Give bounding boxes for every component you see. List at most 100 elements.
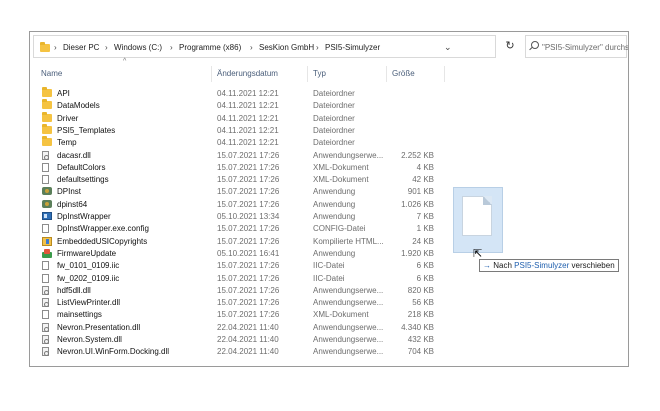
file-row[interactable]: Nevron.Presentation.dll 22.04.2021 11:40 A… [30,321,470,334]
file-row[interactable]: ListViewPrinter.dll 15.07.2021 17:26 Anwen… [30,296,470,309]
column-header-date[interactable]: Änderungsdatum [217,69,278,78]
dll-file-icon [42,150,49,160]
file-row[interactable]: Nevron.UI.WinForm.Docking.dll 22.04.2021 … [30,345,470,358]
file-type: CONFIG-Datei [313,224,366,234]
file-size: 2.252 KB [401,150,434,160]
file-row[interactable]: fw_0202_0109.iic 15.07.2021 17:26 IIC-Date… [30,272,470,285]
file-row[interactable]: dpinst64 15.07.2021 17:26 Anwendung 1.026 K… [30,198,470,211]
file-size: 4.340 KB [401,322,434,332]
file-row[interactable]: FirmwareUpdate 05.10.2021 16:41 Anwendung 1… [30,247,470,260]
file-row[interactable]: PSI5_Templates 04.11.2021 12:21 Dateiordne… [30,123,470,137]
breadcrumb-item-programme-x86[interactable]: Programme (x86) [179,43,241,52]
file-size: 6 KB [416,261,434,271]
file-name: DpInstWrapper.exe.config [57,224,149,234]
file-row[interactable]: defaultsettings 15.07.2021 17:26 XML-Dokum… [30,173,470,186]
file-date: 15.07.2021 17:26 [217,199,280,209]
breadcrumb-separator: › [170,43,173,52]
file-name: FirmwareUpdate [57,248,117,258]
file-icon [42,261,49,271]
file-date: 15.07.2021 17:26 [217,150,280,160]
file-type: Anwendung [313,199,356,209]
breadcrumb-item-dieser-pc[interactable]: Dieser PC [63,43,99,52]
chevron-down-icon[interactable]: ⌄ [444,42,452,53]
breadcrumb-separator: › [250,43,253,52]
column-divider[interactable] [211,66,212,82]
file-name: Nevron.UI.WinForm.Docking.dll [57,347,170,357]
search-icon [531,41,539,49]
breadcrumb-item-windows-c[interactable]: Windows (C:) [114,43,162,52]
file-type: Dateiordner [313,89,355,98]
file-type: IIC-Datei [313,273,345,283]
file-row[interactable]: hdf5dll.dll 15.07.2021 17:26 Anwendungserw… [30,284,470,297]
file-type: Dateiordner [313,101,355,111]
file-size: 24 KB [412,236,434,246]
breadcrumb-item-psi5-simulyzer[interactable]: PSI5-Simulyzer [325,43,380,52]
file-row[interactable]: DefaultColors 15.07.2021 17:26 XML-Dokumen… [30,161,470,174]
file-name: hdf5dll.dll [57,285,91,295]
file-date: 22.04.2021 11:40 [217,322,279,332]
file-row[interactable]: EmbeddedUSICopyrights 15.07.2021 17:26 Kom… [30,235,470,248]
help-file-icon [42,236,52,246]
file-icon [42,162,49,172]
update-icon [42,248,52,258]
file-row[interactable]: DPInst 15.07.2021 17:26 Anwendung 901 KB [30,185,470,198]
installer-icon [42,199,52,208]
file-date: 15.07.2021 17:26 [217,175,280,185]
file-row[interactable]: mainsettings 15.07.2021 17:26 XML-Dokument… [30,308,470,321]
file-name: EmbeddedUSICopyrights [57,236,148,246]
file-date: 22.04.2021 11:40 [217,335,279,344]
folder-icon [42,87,52,97]
file-row[interactable]: Nevron.System.dll 22.04.2021 11:40 Anwendu… [30,333,470,346]
file-size: 704 KB [407,347,434,357]
file-row[interactable]: Temp 04.11.2021 12:21 Dateiordner [30,136,470,149]
file-type: Anwendungserwe... [313,298,384,308]
file-row[interactable]: fw_0101_0109.iic 15.07.2021 17:26 IIC-Date… [30,259,470,272]
column-divider[interactable] [386,66,387,82]
tooltip-action: verschieben [571,261,615,270]
file-size: 1 KB [416,224,434,234]
column-divider[interactable] [307,66,308,82]
file-name: defaultsettings [57,175,109,185]
column-header-type[interactable]: Typ [313,69,326,78]
search-input[interactable]: "PSI5-Simulyzer" durchsuchen [525,35,628,58]
file-name: fw_0202_0109.iic [57,273,120,283]
drag-move-tooltip: → Nach PSI5-Simulyzer verschieben [479,259,619,272]
file-size: 7 KB [416,212,434,221]
file-date: 04.11.2021 12:21 [217,89,279,98]
drag-preview [453,187,503,253]
file-size: 1.920 KB [401,248,434,258]
file-icon [42,310,49,320]
file-row[interactable]: API 04.11.2021 12:21 Dateiordner [30,87,470,100]
file-name: Nevron.System.dll [57,335,122,344]
tooltip-verb: Nach [493,261,512,270]
application-icon [42,212,52,220]
file-type: Anwendungserwe... [313,150,384,160]
file-type: XML-Dokument [313,175,369,185]
file-icon [42,224,49,234]
file-type: Dateiordner [313,113,355,123]
column-header-name[interactable]: Name [41,69,62,78]
document-icon [462,196,492,236]
column-header-size[interactable]: Größe [392,69,415,78]
dll-file-icon [42,322,49,332]
file-row[interactable]: dacasr.dll 15.07.2021 17:26 Anwendungserwe… [30,149,470,162]
file-row[interactable]: DpInstWrapper.exe.config 15.07.2021 17:26… [30,222,470,235]
file-date: 15.07.2021 17:26 [217,298,280,308]
move-arrow-icon: → [483,261,491,270]
file-date: 15.07.2021 17:26 [217,236,280,246]
file-row[interactable]: DpInstWrapper 05.10.2021 13:34 Anwendung 7 … [30,210,470,223]
file-size: 432 KB [407,335,434,344]
file-type: IIC-Datei [313,261,345,271]
column-divider[interactable] [444,66,445,82]
address-bar[interactable]: › Dieser PC › Windows (C:) › Programme (… [33,35,496,58]
file-row[interactable]: Driver 04.11.2021 12:21 Dateiordner [30,111,470,125]
file-name: Temp [57,138,77,148]
file-type: Anwendungserwe... [313,322,384,332]
file-type: Anwendungserwe... [313,285,384,295]
file-row[interactable]: DataModels 04.11.2021 12:21 Dateiordner [30,99,470,112]
file-date: 04.11.2021 12:21 [217,138,279,148]
breadcrumb-item-seskion-gmbh[interactable]: SesKion GmbH [259,43,314,52]
file-size: 218 KB [407,310,434,320]
refresh-icon[interactable]: ↻ [499,35,521,58]
file-name: PSI5_Templates [57,125,116,135]
